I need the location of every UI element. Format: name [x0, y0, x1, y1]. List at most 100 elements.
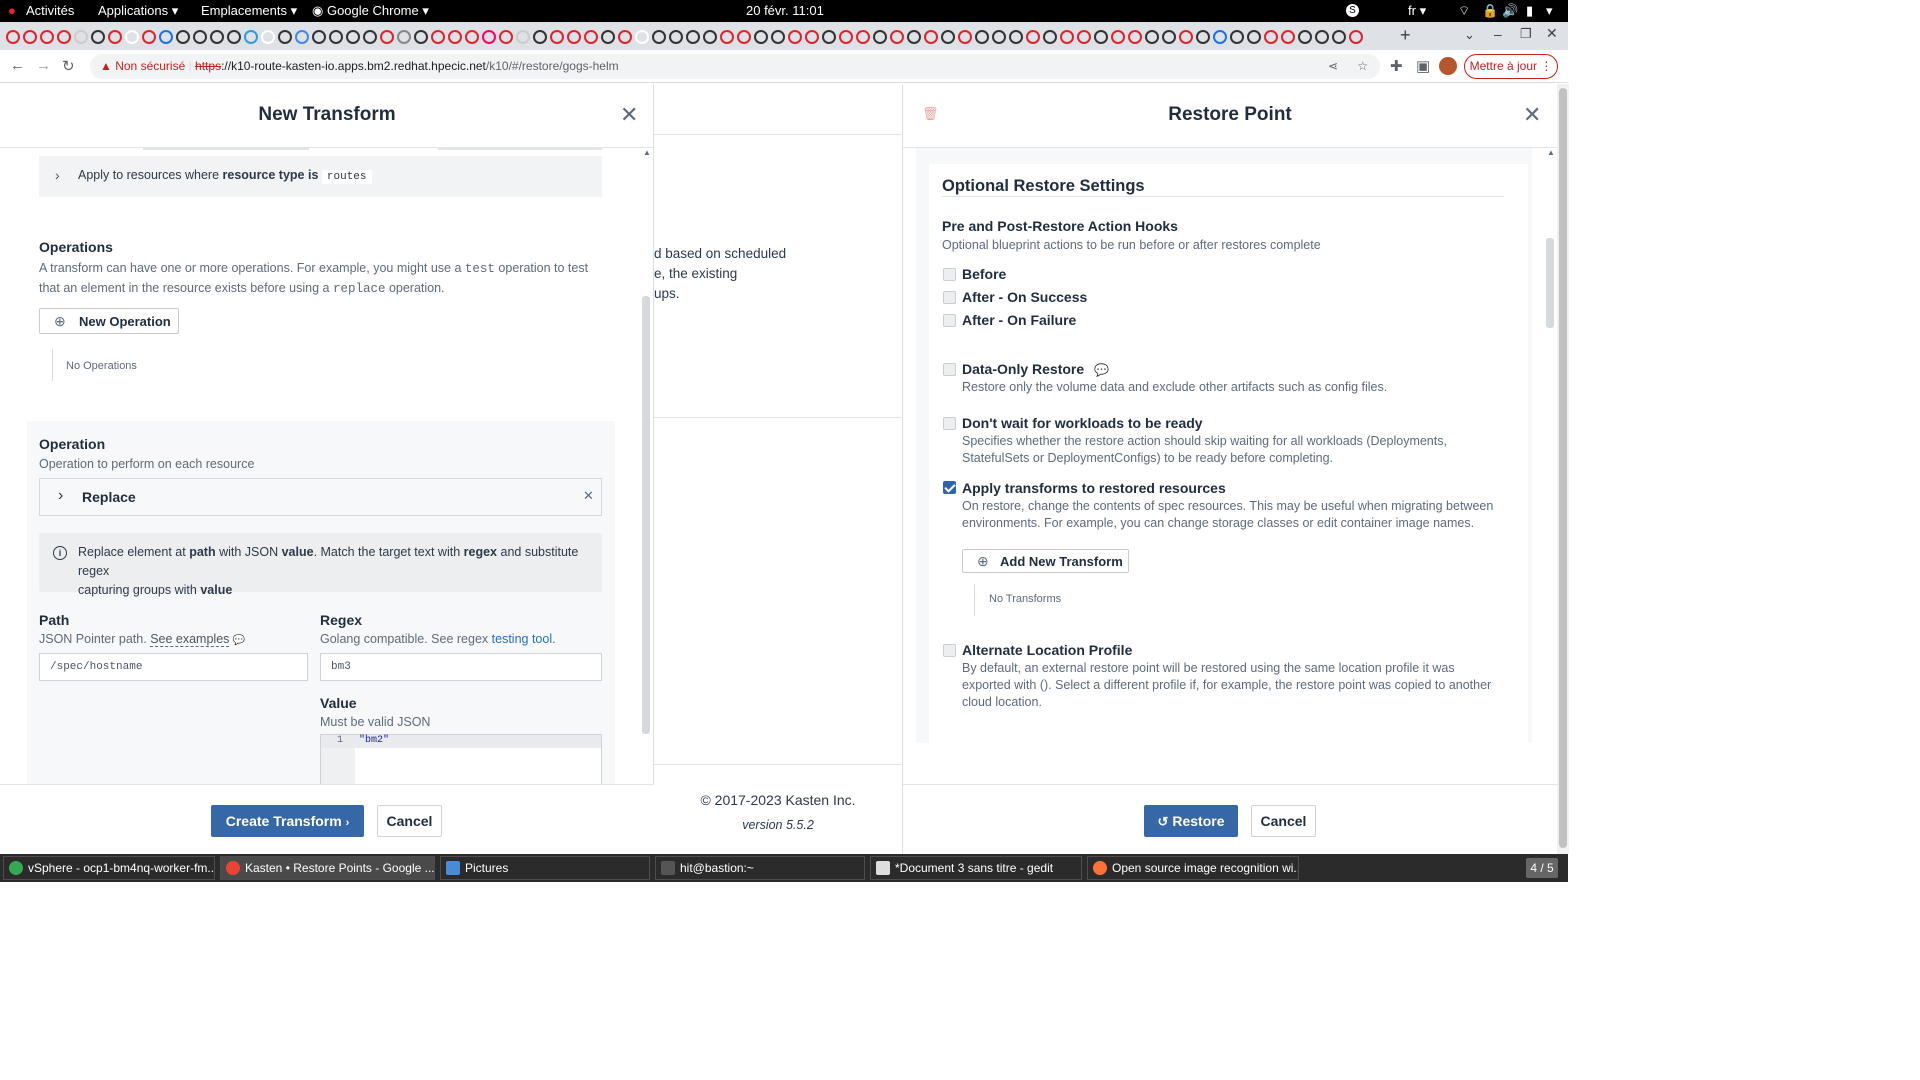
pinned-tab-favicon-icon[interactable] [533, 29, 547, 44]
pinned-tab-favicon-icon[interactable] [873, 29, 887, 44]
new-tab-icon[interactable]: + [1400, 25, 1411, 46]
applications-menu[interactable]: Applications ▾ [98, 3, 178, 19]
taskbar-item[interactable]: Kasten • Restore Points - Google ... [220, 856, 435, 880]
pinned-tab-favicon-icon[interactable] [1196, 29, 1210, 44]
pinned-tab-favicon-icon[interactable] [737, 29, 751, 44]
cancel-button[interactable]: Cancel [1251, 805, 1316, 837]
comment-bubble-icon[interactable]: 💬 [1094, 363, 1109, 377]
pinned-tab-favicon-icon[interactable] [788, 29, 802, 44]
taskbar-item[interactable]: hit@bastion:~ [655, 856, 865, 880]
close-window-icon[interactable]: ✕ [1546, 25, 1558, 42]
pinned-tab-favicon-icon[interactable] [907, 29, 921, 44]
battery-icon[interactable]: ▮ [1526, 3, 1533, 19]
pinned-tab-favicon-icon[interactable] [669, 29, 683, 44]
pinned-tab-favicon-icon[interactable] [363, 29, 377, 44]
pinned-tab-favicon-icon[interactable] [1230, 29, 1244, 44]
wifi-icon[interactable]: ⌔ [1458, 3, 1470, 19]
taskbar-item[interactable]: Pictures [440, 856, 650, 880]
pinned-tab-favicon-icon[interactable] [839, 29, 853, 44]
update-button[interactable]: Mettre à jour ⋮ [1464, 54, 1558, 79]
pinned-tab-favicon-icon[interactable] [805, 29, 819, 44]
pinned-tab-favicon-icon[interactable] [822, 29, 836, 44]
new-operation-button[interactable]: ⊕ New Operation [39, 308, 179, 334]
forward-arrow-icon[interactable]: → [36, 57, 51, 74]
lock-icon[interactable]: 🔒 [1482, 3, 1498, 19]
testing-tool-link[interactable]: testing tool [492, 632, 552, 646]
before-checkbox[interactable] [943, 268, 956, 281]
chevron-right-icon[interactable]: › [58, 487, 63, 505]
scroll-up-icon[interactable]: ▲ [643, 148, 651, 157]
dont-wait-checkbox[interactable] [943, 417, 956, 430]
pinned-tab-favicon-icon[interactable] [1315, 29, 1329, 44]
chevron-right-icon[interactable]: › [55, 167, 60, 183]
create-transform-button[interactable]: Create Transform › [211, 805, 364, 837]
pinned-tab-favicon-icon[interactable] [1094, 29, 1108, 44]
pinned-tab-favicon-icon[interactable] [142, 29, 156, 44]
pinned-tab-favicon-icon[interactable] [941, 29, 955, 44]
places-menu[interactable]: Emplacements ▾ [201, 3, 297, 19]
scroll-up-icon[interactable]: ▲ [1547, 148, 1555, 157]
minimize-window-icon[interactable]: – [1494, 26, 1502, 42]
left-panel-scrollbar[interactable] [642, 296, 650, 734]
pinned-tab-favicon-icon[interactable] [720, 29, 734, 44]
pinned-tab-favicon-icon[interactable] [1111, 29, 1125, 44]
pinned-tab-favicon-icon[interactable] [584, 29, 598, 44]
remove-operation-icon[interactable]: ✕ [583, 488, 594, 504]
pinned-tab-favicon-icon[interactable] [1247, 29, 1261, 44]
pinned-tab-favicon-icon[interactable] [856, 29, 870, 44]
pinned-tab-favicon-icon[interactable] [1332, 29, 1346, 44]
pinned-tab-favicon-icon[interactable] [431, 29, 445, 44]
side-panel-icon[interactable]: ▣ [1416, 57, 1430, 75]
pinned-tab-favicon-icon[interactable] [91, 29, 105, 44]
pinned-tab-favicon-icon[interactable] [890, 29, 904, 44]
pinned-tab-favicon-icon[interactable] [6, 29, 20, 44]
after-failure-checkbox[interactable] [943, 314, 956, 327]
cancel-button[interactable]: Cancel [377, 805, 442, 837]
pinned-tab-favicon-icon[interactable] [482, 29, 496, 44]
bookmark-star-icon[interactable]: ☆ [1357, 54, 1368, 79]
pinned-tab-favicon-icon[interactable] [125, 29, 139, 44]
pinned-tab-favicon-icon[interactable] [23, 29, 37, 44]
chrome-app-menu[interactable]: ◉ Google Chrome ▾ [312, 3, 429, 19]
taskbar-item[interactable]: *Document 3 sans titre - gedit [870, 856, 1082, 880]
pinned-tab-favicon-icon[interactable] [57, 29, 71, 44]
pinned-tab-favicon-icon[interactable] [686, 29, 700, 44]
skype-icon[interactable]: S [1346, 4, 1359, 17]
pinned-tab-favicon-icon[interactable] [975, 29, 989, 44]
volume-icon[interactable]: 🔊 [1502, 3, 1518, 19]
add-new-transform-button[interactable]: ⊕ Add New Transform [962, 549, 1129, 573]
pinned-tab-favicon-icon[interactable] [1128, 29, 1142, 44]
pinned-tab-favicon-icon[interactable] [414, 29, 428, 44]
pinned-tab-favicon-icon[interactable] [380, 29, 394, 44]
pinned-tab-favicon-icon[interactable] [346, 29, 360, 44]
window-scrollbar-track[interactable] [1557, 84, 1569, 854]
pinned-tab-favicon-icon[interactable] [244, 29, 258, 44]
pinned-tab-favicon-icon[interactable] [1162, 29, 1176, 44]
pinned-tab-favicons[interactable] [6, 27, 1388, 45]
maximize-window-icon[interactable]: ❐ [1520, 26, 1532, 42]
taskbar-item[interactable]: Open source image recognition wi... [1087, 856, 1299, 880]
editor-content[interactable]: "bm2" [359, 735, 389, 746]
pinned-tab-favicon-icon[interactable] [1077, 29, 1091, 44]
pinned-tab-favicon-icon[interactable] [992, 29, 1006, 44]
reload-icon[interactable]: ↻ [62, 57, 75, 75]
close-icon[interactable]: ✕ [1523, 102, 1541, 128]
pinned-tab-favicon-icon[interactable] [465, 29, 479, 44]
pinned-tab-favicon-icon[interactable] [1213, 29, 1227, 44]
workspace-indicator[interactable]: 4 / 5 [1526, 858, 1558, 878]
tab-search-chevron-icon[interactable]: ⌄ [1464, 27, 1475, 43]
language-indicator[interactable]: fr ▾ [1408, 3, 1426, 19]
pinned-tab-favicon-icon[interactable] [1026, 29, 1040, 44]
pinned-tab-favicon-icon[interactable] [312, 29, 326, 44]
profile-avatar[interactable] [1439, 57, 1457, 75]
regex-input[interactable]: bm3 [320, 653, 602, 681]
pinned-tab-favicon-icon[interactable] [771, 29, 785, 44]
pinned-tab-favicon-icon[interactable] [1349, 29, 1363, 44]
pinned-tab-favicon-icon[interactable] [74, 29, 88, 44]
pinned-tab-favicon-icon[interactable] [567, 29, 581, 44]
pinned-tab-favicon-icon[interactable] [550, 29, 564, 44]
pinned-tab-favicon-icon[interactable] [635, 29, 649, 44]
pinned-tab-favicon-icon[interactable] [397, 29, 411, 44]
pinned-tab-favicon-icon[interactable] [601, 29, 615, 44]
restore-button[interactable]: ↺ Restore [1144, 805, 1238, 837]
